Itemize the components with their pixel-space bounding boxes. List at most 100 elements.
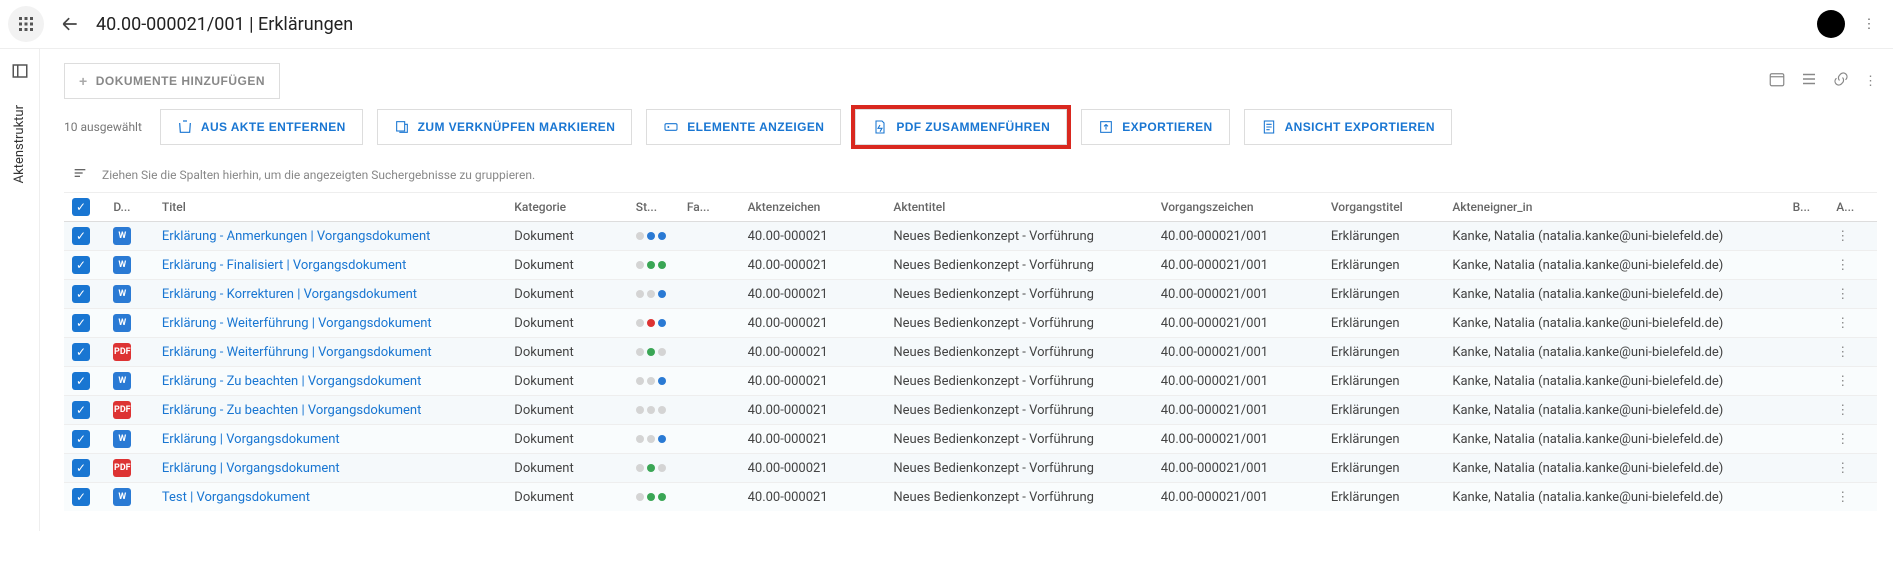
row-fa [679,454,740,483]
col-aktenzeichen[interactable]: Aktenzeichen [740,193,886,222]
row-vorgangstitel: Erklärungen [1323,222,1445,251]
add-documents-button[interactable]: + DOKUMENTE HINZUFÜGEN [64,63,280,99]
row-owner: Kanke, Natalia (natalia.kanke@uni-bielef… [1444,251,1784,280]
row-title-link[interactable]: Erklärung - Korrekturen | Vorgangsdokume… [162,287,417,302]
mark-for-link-button[interactable]: ZUM VERKNÜPFEN MARKIEREN [377,109,633,145]
table-row[interactable]: ✓PDFErklärung | VorgangsdokumentDokument… [64,454,1877,483]
row-vorgangszeichen: 40.00-000021/001 [1153,222,1323,251]
row-title-link[interactable]: Erklärung - Zu beachten | Vorgangsdokume… [162,374,421,389]
table-row[interactable]: ✓WErklärung | VorgangsdokumentDokument40… [64,425,1877,454]
row-more-icon[interactable]: ⋮ [1836,461,1849,476]
link-icon[interactable] [1832,70,1850,92]
calendar-settings-icon[interactable] [1768,70,1786,92]
row-b [1785,251,1829,280]
col-kategorie[interactable]: Kategorie [506,193,628,222]
col-title[interactable]: Titel [154,193,506,222]
sidebar-toggle-icon[interactable] [6,57,34,85]
row-more-icon[interactable]: ⋮ [1836,432,1849,447]
row-title-link[interactable]: Erklärung - Zu beachten | Vorgangsdokume… [162,403,421,418]
apps-icon[interactable] [8,6,44,42]
row-checkbox[interactable]: ✓ [72,372,90,390]
row-more-icon[interactable]: ⋮ [1836,490,1849,505]
row-vorgangszeichen: 40.00-000021/001 [1153,454,1323,483]
row-kategorie: Dokument [506,280,628,309]
show-elements-button[interactable]: ELEMENTE ANZEIGEN [646,109,841,145]
row-more-icon[interactable]: ⋮ [1836,287,1849,302]
row-vorgangszeichen: 40.00-000021/001 [1153,338,1323,367]
col-vorgangszeichen[interactable]: Vorgangszeichen [1153,193,1323,222]
row-title-link[interactable]: Test | Vorgangsdokument [162,490,310,505]
row-owner: Kanke, Natalia (natalia.kanke@uni-bielef… [1444,396,1784,425]
row-checkbox[interactable]: ✓ [72,256,90,274]
row-aktentitel: Neues Bedienkonzept - Vorführung [885,338,1152,367]
row-checkbox[interactable]: ✓ [72,430,90,448]
toolbar-more-icon[interactable]: ⋮ [1864,74,1877,89]
row-vorgangstitel: Erklärungen [1323,338,1445,367]
row-fa [679,222,740,251]
filetype-icon: W [113,256,131,274]
table-row[interactable]: ✓PDFErklärung - Zu beachten | Vorgangsdo… [64,396,1877,425]
row-more-icon[interactable]: ⋮ [1836,403,1849,418]
row-title-link[interactable]: Erklärung | Vorgangsdokument [162,461,340,476]
row-more-icon[interactable]: ⋮ [1836,316,1849,331]
group-by-icon[interactable] [72,165,88,184]
row-aktentitel: Neues Bedienkonzept - Vorführung [885,251,1152,280]
row-checkbox[interactable]: ✓ [72,227,90,245]
col-filetype[interactable]: D... [105,193,154,222]
group-by-hint-row: Ziehen Sie die Spalten hierhin, um die a… [64,159,1877,190]
row-checkbox[interactable]: ✓ [72,459,90,477]
row-title-link[interactable]: Erklärung - Weiterführung | Vorgangsdoku… [162,316,432,331]
remove-from-file-button[interactable]: AUS AKTE ENTFERNEN [160,109,363,145]
row-checkbox[interactable]: ✓ [72,488,90,506]
row-title-link[interactable]: Erklärung - Finalisiert | Vorgangsdokume… [162,258,406,273]
col-vorgangstitel[interactable]: Vorgangstitel [1323,193,1445,222]
row-kategorie: Dokument [506,309,628,338]
row-aktenzeichen: 40.00-000021 [740,309,886,338]
row-checkbox[interactable]: ✓ [72,285,90,303]
row-kategorie: Dokument [506,367,628,396]
row-vorgangszeichen: 40.00-000021/001 [1153,425,1323,454]
col-actions[interactable]: A... [1828,193,1877,222]
row-title-link[interactable]: Erklärung | Vorgangsdokument [162,432,340,447]
list-settings-icon[interactable] [1800,70,1818,92]
col-owner[interactable]: Akteneigner_in [1444,193,1784,222]
header-more-icon[interactable]: ⋮ [1853,17,1885,32]
table-row[interactable]: ✓WTest | VorgangsdokumentDokument40.00-0… [64,483,1877,512]
row-more-icon[interactable]: ⋮ [1836,229,1849,244]
documents-table: ✓ D... Titel Kategorie St... Fa... Akten… [64,192,1877,511]
row-kategorie: Dokument [506,425,628,454]
add-documents-label: DOKUMENTE HINZUFÜGEN [96,74,265,88]
table-row[interactable]: ✓ W Erklärung - Finalisiert | Vorgangsdoku… [64,251,1877,280]
table-row[interactable]: ✓WErklärung - Korrekturen | Vorgangsdoku… [64,280,1877,309]
table-row[interactable]: ✓ W Erklärung - Zu beachten | Vorgangsdoku… [64,367,1877,396]
row-checkbox[interactable]: ✓ [72,314,90,332]
row-vorgangstitel: Erklärungen [1323,483,1445,512]
row-title-link[interactable]: Erklärung - Weiterführung | Vorgangsdoku… [162,345,432,360]
table-row[interactable]: ✓ PDF Erklärung - Weiterführung | Vorgangs… [64,338,1877,367]
row-more-icon[interactable]: ⋮ [1836,374,1849,389]
row-checkbox[interactable]: ✓ [72,343,90,361]
merge-pdf-button[interactable]: PDF ZUSAMMENFÜHREN [855,109,1067,145]
export-button[interactable]: EXPORTIEREN [1081,109,1229,145]
col-aktentitel[interactable]: Aktentitel [885,193,1152,222]
select-all-checkbox[interactable]: ✓ [72,198,90,216]
filetype-icon: W [113,372,131,390]
row-checkbox[interactable]: ✓ [72,401,90,419]
col-status[interactable]: St... [628,193,679,222]
table-row[interactable]: ✓WErklärung - Weiterführung | Vorgangsdo… [64,309,1877,338]
avatar[interactable] [1817,10,1845,38]
table-row[interactable]: ✓WErklärung - Anmerkungen | Vorgangsdoku… [64,222,1877,251]
row-kategorie: Dokument [506,396,628,425]
row-aktenzeichen: 40.00-000021 [740,396,886,425]
sidebar-vertical-label: Aktenstruktur [12,105,27,183]
col-fa[interactable]: Fa... [679,193,740,222]
row-vorgangszeichen: 40.00-000021/001 [1153,251,1323,280]
row-more-icon[interactable]: ⋮ [1836,258,1849,273]
row-title-link[interactable]: Erklärung - Anmerkungen | Vorgangsdokume… [162,229,430,244]
col-b[interactable]: B... [1785,193,1829,222]
export-view-button[interactable]: ANSICHT EXPORTIEREN [1244,109,1452,145]
row-more-icon[interactable]: ⋮ [1836,345,1849,360]
filetype-icon: PDF [113,343,131,361]
back-icon[interactable] [52,6,88,42]
row-kategorie: Dokument [506,338,628,367]
